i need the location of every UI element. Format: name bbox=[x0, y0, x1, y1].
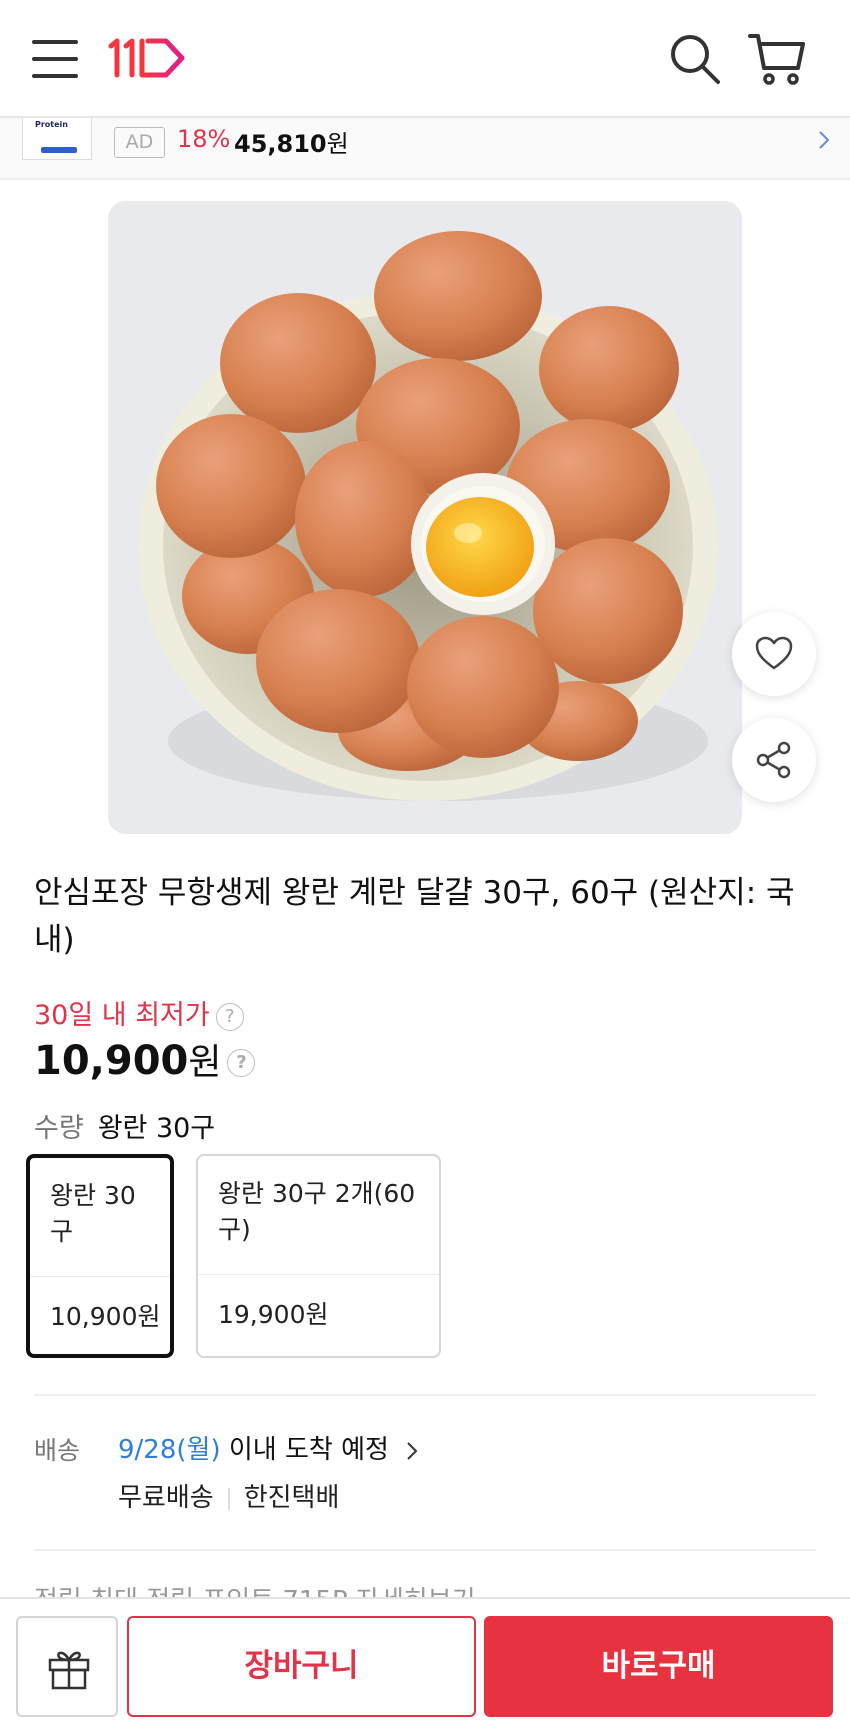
product-title: 안심포장 무항생제 왕란 계란 달걀 30구, 60구 (원산지: 국내) bbox=[34, 875, 795, 958]
quantity-value: 왕란 30구 bbox=[97, 1113, 216, 1144]
delivery-date: 9/28(월) bbox=[118, 1435, 221, 1465]
heart-icon bbox=[755, 636, 793, 670]
ad-discount: 18% bbox=[177, 125, 231, 153]
top-header bbox=[0, 0, 850, 118]
delivery-info: 무료배송 한진택배 bbox=[118, 1477, 339, 1514]
points-row: 적립 최대 적립 포인트 715P 자세히보기 bbox=[34, 1580, 814, 1598]
menu-icon[interactable] bbox=[32, 38, 78, 80]
price-value: 10,900 bbox=[34, 1038, 189, 1084]
option-card-60[interactable]: 왕란 30구 2개(60구) 19,900원 bbox=[196, 1154, 441, 1358]
option-name: 왕란 30구 2개(60구) bbox=[218, 1179, 416, 1244]
gift-button[interactable] bbox=[16, 1616, 118, 1717]
quantity-row: 수량 왕란 30구 bbox=[34, 1106, 215, 1145]
ad-price: 45,810원 bbox=[234, 124, 349, 159]
price-help-icon[interactable]: ? bbox=[227, 1049, 256, 1077]
divider bbox=[34, 1549, 816, 1551]
delivery-date-suffix: 이내 도착 예정 bbox=[220, 1435, 389, 1465]
chevron-right-icon bbox=[407, 1441, 418, 1460]
delivery-label: 배송 bbox=[34, 1436, 81, 1465]
free-shipping: 무료배송 bbox=[118, 1483, 214, 1513]
gift-icon bbox=[48, 1651, 90, 1690]
share-button[interactable] bbox=[732, 718, 816, 802]
chevron-right-icon[interactable] bbox=[814, 128, 834, 154]
ad-badge: AD bbox=[114, 127, 165, 158]
carrier: 한진택배 bbox=[243, 1483, 340, 1513]
search-icon[interactable] bbox=[668, 32, 722, 86]
ad-banner[interactable]: Protein AD 18% 45,810원 bbox=[0, 118, 850, 180]
ad-price-currency: 원 bbox=[326, 130, 349, 158]
bottom-action-bar: 장바구니 바로구매 bbox=[0, 1597, 850, 1733]
lowest-price-label: 30일 내 최저가? bbox=[34, 993, 244, 1032]
quantity-label: 수량 bbox=[34, 1113, 84, 1144]
delivery-date-link[interactable]: 9/28(월) 이내 도착 예정 bbox=[118, 1429, 421, 1466]
cart-icon[interactable] bbox=[748, 30, 806, 88]
logo[interactable] bbox=[108, 36, 188, 80]
lowest-price-text: 30일 내 최저가 bbox=[34, 1000, 210, 1031]
help-icon[interactable]: ? bbox=[215, 1002, 244, 1031]
option-price: 10,900원 bbox=[50, 1302, 161, 1331]
ad-thumbnail[interactable]: Protein bbox=[22, 118, 92, 160]
product-price: 10,900원? bbox=[34, 1033, 256, 1085]
ad-thumb-text: Protein bbox=[35, 120, 68, 129]
ad-price-value: 45,810 bbox=[234, 130, 327, 158]
wishlist-button[interactable] bbox=[732, 612, 816, 696]
buy-now-button[interactable]: 바로구매 bbox=[484, 1616, 833, 1717]
divider bbox=[34, 1394, 816, 1396]
add-to-cart-button[interactable]: 장바구니 bbox=[127, 1616, 476, 1717]
price-currency: 원 bbox=[188, 1042, 222, 1083]
product-image[interactable] bbox=[108, 201, 742, 834]
option-card-30[interactable]: 왕란 30구 10,900원 bbox=[26, 1154, 174, 1358]
share-icon bbox=[756, 741, 791, 779]
option-name: 왕란 30구 bbox=[50, 1181, 136, 1246]
option-price: 19,900원 bbox=[218, 1300, 329, 1329]
